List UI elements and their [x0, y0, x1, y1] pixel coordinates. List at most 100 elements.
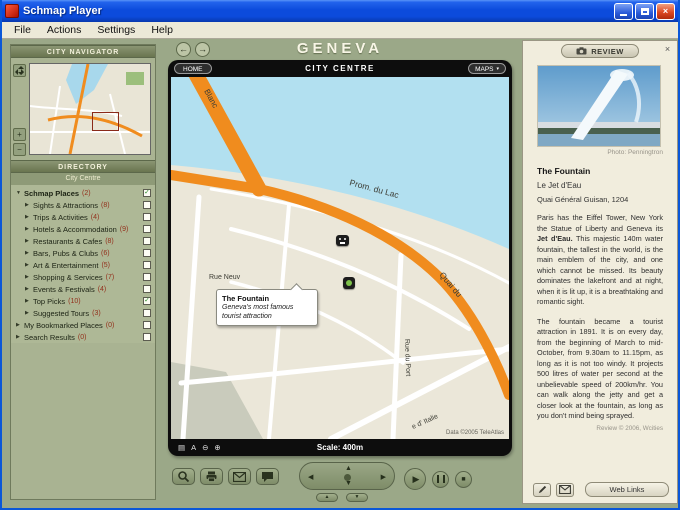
expand-arrow-icon[interactable]: ▶ — [25, 202, 33, 208]
menu-file[interactable]: File — [6, 24, 39, 36]
play-button[interactable]: ▶ — [404, 468, 426, 490]
directory-item-checkbox[interactable] — [143, 249, 151, 257]
directory-item-count: (10) — [68, 297, 81, 305]
expand-arrow-icon[interactable]: ▶ — [25, 286, 33, 292]
directory-item-count: (9) — [119, 225, 129, 233]
panel-close-icon[interactable]: × — [662, 44, 673, 55]
close-button[interactable]: × — [656, 2, 675, 20]
poi-marker-sight[interactable] — [336, 235, 349, 246]
expand-arrow-icon[interactable]: ▶ — [16, 334, 24, 340]
directory-item-checkbox[interactable] — [143, 225, 151, 233]
title-bar[interactable]: Schmap Player × — [2, 0, 678, 22]
email-review-button[interactable] — [556, 482, 574, 497]
search-button[interactable] — [172, 468, 195, 485]
expand-arrow-icon[interactable]: ▶ — [25, 226, 33, 232]
directory-item-count: (0) — [77, 333, 87, 341]
review-text: Paris has the Eiffel Tower, New York the… — [537, 213, 663, 233]
email-button[interactable] — [228, 468, 251, 485]
pan-control[interactable] — [13, 64, 26, 77]
directory-item-shopping[interactable]: ▶ Shopping & Services (7) — [11, 271, 155, 283]
directory-item-checkbox[interactable] — [143, 237, 151, 245]
directory-item-label: Search Results — [24, 332, 75, 342]
directory-item-checkbox[interactable]: ✓ — [143, 189, 151, 197]
directory-item-checkbox[interactable] — [143, 213, 151, 221]
navigator-zoom-out-button[interactable]: − — [13, 143, 26, 156]
directory-item-art[interactable]: ▶ Art & Entertainment (5) — [11, 259, 155, 271]
expand-arrow-icon[interactable]: ▶ — [25, 298, 33, 304]
pause-button[interactable] — [432, 470, 449, 488]
directory-item-checkbox[interactable] — [143, 309, 151, 317]
pan-up-button[interactable]: ▲ — [345, 465, 352, 472]
navigator-map-image — [29, 63, 150, 155]
pan-left-button[interactable]: ◀ — [308, 473, 313, 481]
review-paragraph-1: Paris has the Eiffel Tower, New York the… — [537, 213, 663, 308]
marker-detail — [339, 238, 341, 240]
tab-review[interactable]: REVIEW — [561, 44, 639, 58]
camera-icon — [576, 47, 587, 55]
maximize-icon — [640, 7, 649, 15]
menu-help[interactable]: Help — [143, 24, 181, 36]
expand-arrow-icon[interactable]: ▶ — [25, 250, 33, 256]
pencil-icon — [538, 485, 546, 494]
directory-item-label: Art & Entertainment — [33, 260, 99, 270]
pan-center-knob[interactable] — [344, 474, 351, 481]
menu-actions[interactable]: Actions — [39, 24, 89, 36]
navigator-viewport-indicator[interactable] — [92, 112, 119, 131]
directory-item-bookmarked[interactable]: ▶ My Bookmarked Places (0) — [11, 319, 155, 331]
edit-button[interactable] — [533, 482, 551, 497]
pan-down-button[interactable]: ▼ — [345, 480, 352, 487]
directory-item-suggested-tours[interactable]: ▶ Suggested Tours (3) — [11, 307, 155, 319]
map-pan-pad[interactable]: ◀ ▲ ▼ ▶ — [299, 462, 395, 490]
directory-item-hotels[interactable]: ▶ Hotels & Accommodation (9) — [11, 223, 155, 235]
review-title: The Fountain — [537, 166, 591, 176]
expand-arrow-icon[interactable]: ▶ — [25, 274, 33, 280]
directory-item-count: (8) — [105, 237, 114, 245]
menu-settings[interactable]: Settings — [89, 24, 143, 36]
web-links-button[interactable]: Web Links — [585, 482, 669, 497]
directory-item-sights[interactable]: ▶ Sights & Attractions (8) — [11, 199, 155, 211]
expand-arrow-icon[interactable]: ▶ — [25, 238, 33, 244]
directory-item-restaurants[interactable]: ▶ Restaurants & Cafes (8) — [11, 235, 155, 247]
directory-item-checkbox[interactable] — [143, 201, 151, 209]
expand-arrow-icon[interactable]: ▶ — [25, 214, 33, 220]
map-canvas[interactable]: Blanc Prom. du Lac Quai du Rue Neuv Rue … — [171, 77, 509, 439]
zoom-out-button[interactable]: ▼ — [346, 493, 368, 502]
pan-right-button[interactable]: ▶ — [381, 473, 386, 481]
expand-arrow-icon[interactable]: ▼ — [16, 190, 24, 196]
print-button[interactable] — [200, 468, 223, 485]
stop-button[interactable]: ■ — [455, 470, 472, 488]
navigator-map[interactable] — [29, 63, 151, 155]
directory-item-count: (0) — [105, 321, 115, 329]
expand-arrow-icon[interactable]: ▶ — [25, 310, 33, 316]
poi-marker-fountain[interactable] — [343, 277, 355, 289]
maximize-button[interactable] — [635, 2, 654, 20]
feedback-button[interactable] — [256, 468, 279, 485]
directory-item-search-results[interactable]: ▶ Search Results (0) — [11, 331, 155, 343]
map-panel: HOME CITY CENTRE MAPS ▾ Blanc Prom. du L… — [168, 60, 512, 456]
directory-item-trips[interactable]: ▶ Trips & Activities (4) — [11, 211, 155, 223]
directory-item-checkbox[interactable] — [143, 333, 151, 341]
pan-right-icon — [21, 69, 24, 75]
tab-review-label: REVIEW — [591, 46, 624, 56]
map-callout[interactable]: The Fountain Geneva's most famous touris… — [216, 283, 318, 326]
directory-item-checkbox[interactable] — [143, 273, 151, 281]
expand-arrow-icon[interactable]: ▶ — [16, 322, 24, 328]
directory-item-checkbox[interactable]: ✓ — [143, 297, 151, 305]
window-title: Schmap Player — [23, 5, 102, 17]
directory-item-schmap-places[interactable]: ▼ Schmap Places (2) ✓ — [11, 187, 155, 199]
pause-icon — [436, 475, 445, 483]
fountain-photo-image — [538, 66, 660, 146]
directory-item-checkbox[interactable] — [143, 261, 151, 269]
directory-item-top-picks[interactable]: ▶ Top Picks (10) ✓ — [11, 295, 155, 307]
navigator-zoom-in-button[interactable]: + — [13, 128, 26, 141]
directory-item-label: Restaurants & Cafes — [33, 236, 103, 246]
directory-item-checkbox[interactable] — [143, 285, 151, 293]
expand-arrow-icon[interactable]: ▶ — [25, 262, 33, 268]
maps-dropdown[interactable]: MAPS ▾ — [468, 63, 506, 74]
directory-item-events[interactable]: ▶ Events & Festivals (4) — [11, 283, 155, 295]
directory-item-bars[interactable]: ▶ Bars, Pubs & Clubs (6) — [11, 247, 155, 259]
zoom-in-button[interactable]: ▲ — [316, 493, 338, 502]
directory-item-checkbox[interactable] — [143, 321, 151, 329]
speech-bubble-icon — [262, 471, 273, 482]
minimize-button[interactable] — [614, 2, 633, 20]
